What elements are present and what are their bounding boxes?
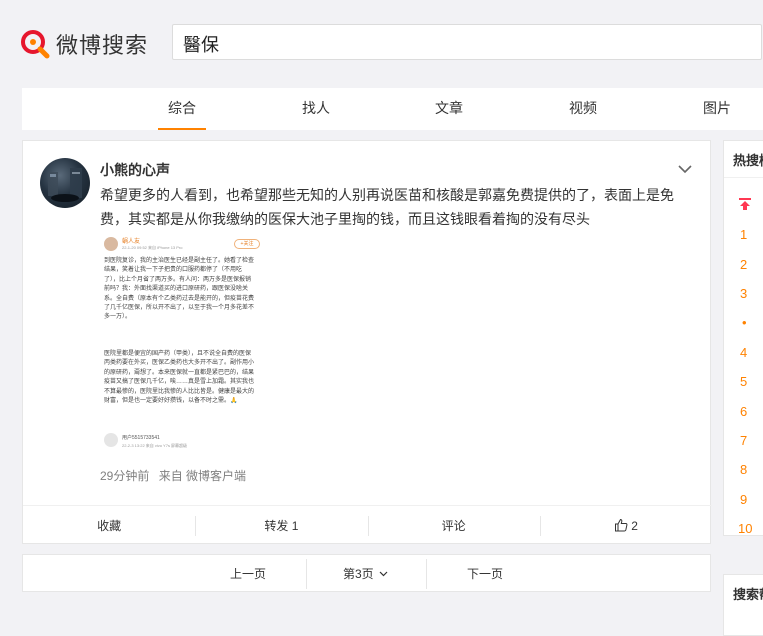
collect-button[interactable]: 收藏	[23, 516, 195, 536]
search-logo-icon	[20, 29, 50, 59]
hot-rank-8[interactable]: 8	[740, 462, 747, 477]
image-user: 蜗人友	[122, 239, 141, 245]
image-paragraph-2: 医院里都是便宜的国产药（甲类），且不说全自费的医保丙类药要在外买，医保乙类药也大…	[104, 351, 255, 405]
tab-video[interactable]: 视频	[569, 88, 597, 130]
header: 微博搜索 醫保	[0, 0, 763, 82]
pager-divider	[426, 559, 427, 589]
current-page: 第3页	[343, 567, 374, 581]
pager-divider	[306, 559, 307, 589]
post-image[interactable]: 蜗人友 22-1-20 09:52 来自 iPhone 13 Pro +关注 到…	[100, 235, 282, 459]
hot-rank-4[interactable]: 4	[740, 345, 747, 360]
top-pin-icon[interactable]	[738, 197, 752, 216]
tab-people[interactable]: 找人	[302, 88, 330, 130]
search-help-title[interactable]: 搜索帮助	[733, 584, 763, 603]
hot-rank-3[interactable]: 3	[740, 286, 747, 301]
tab-articles[interactable]: 文章	[435, 88, 463, 130]
hot-rank-dot[interactable]: •	[742, 315, 747, 330]
hot-search-panel: 热搜榜 1 2 3 • 4 5 6 7 8 9 10	[723, 140, 763, 536]
hot-rank-7[interactable]: 7	[740, 433, 747, 448]
avatar[interactable]	[40, 158, 90, 208]
post-meta: 29分钟前 来自 微博客户端	[100, 467, 252, 484]
hot-search-title[interactable]: 热搜榜	[733, 150, 763, 169]
tab-images[interactable]: 图片	[703, 88, 731, 130]
repost-button[interactable]: 转发 1	[195, 515, 367, 536]
post-card: 小熊的心声 希望更多的人看到，也希望那些无知的人别再说医苗和核酸是郭嘉免费提供的…	[22, 140, 712, 545]
hot-rank-5[interactable]: 5	[740, 374, 747, 389]
image-footer-user: 用户5515733541	[122, 435, 160, 441]
hot-rank-10[interactable]: 10	[738, 521, 752, 535]
post-time[interactable]: 29分钟前	[100, 469, 149, 483]
next-page-button[interactable]: 下一页	[467, 565, 503, 582]
tab-comprehensive[interactable]: 综合	[158, 88, 206, 130]
image-sub: 22-1-20 09:52 来自 iPhone 13 Pro	[122, 245, 183, 250]
divider	[724, 177, 763, 178]
image-footer-sub: 22-2-3 13:22 来自 vivo Y7s 屏幕超级	[122, 443, 188, 448]
comment-button[interactable]: 评论	[367, 515, 540, 536]
logo-text: 微博搜索	[56, 34, 149, 59]
weibo-search-logo[interactable]: 微博搜索	[20, 26, 148, 62]
prev-page-button[interactable]: 上一页	[230, 565, 266, 582]
post-author[interactable]: 小熊的心声	[100, 160, 170, 180]
search-input[interactable]: 醫保	[172, 24, 762, 60]
post-source: 来自 微博客户端	[158, 469, 247, 483]
hot-rank-6[interactable]: 6	[740, 404, 747, 419]
image-avatar	[104, 237, 118, 251]
page-select[interactable]: 第3页	[343, 565, 388, 582]
pagination: 上一页 第3页 下一页	[22, 554, 711, 592]
chevron-down-icon	[379, 566, 388, 580]
post-text: 希望更多的人看到，也希望那些无知的人别再说医苗和核酸是郭嘉免费提供的了，表面上是…	[100, 187, 674, 227]
hot-rank-2[interactable]: 2	[740, 257, 747, 272]
search-help-panel: 搜索帮助	[723, 574, 763, 636]
hot-rank-1[interactable]: 1	[740, 227, 747, 242]
post-actions: 收藏 转发 1 评论 2	[23, 505, 712, 545]
search-tabs: 综合 找人 文章 视频 图片	[22, 88, 763, 130]
like-count: 2	[631, 518, 638, 533]
image-follow-button: +关注	[234, 239, 260, 249]
chevron-down-icon[interactable]	[677, 161, 693, 177]
like-button[interactable]: 2	[539, 515, 712, 538]
hot-rank-9[interactable]: 9	[740, 492, 747, 507]
thumbs-up-icon	[614, 518, 628, 538]
image-paragraph-1: 到医院复诊，我的主治医生已经是副主任了。她看了检查结果，笑着让我一下子把贵的口服…	[104, 258, 255, 321]
image-footer-avatar	[104, 433, 118, 447]
